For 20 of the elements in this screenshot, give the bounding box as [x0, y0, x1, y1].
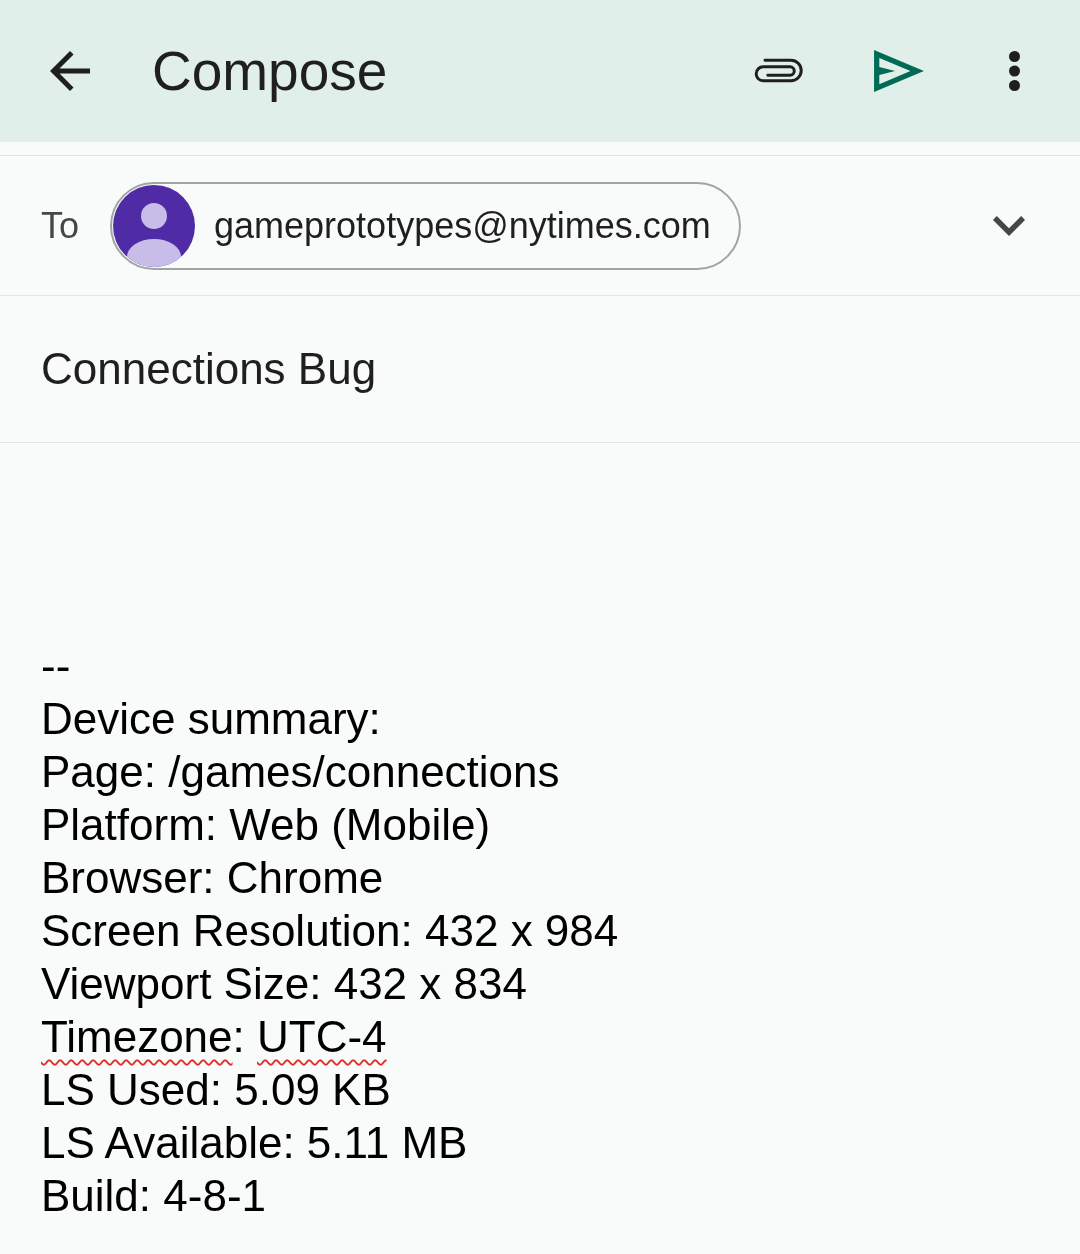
body-text-line: LS Used: 5.09 KB — [41, 1064, 391, 1116]
back-arrow-icon[interactable] — [50, 51, 90, 91]
body-text-line: Viewport Size: 432 x 834 — [41, 958, 527, 1010]
avatar-icon — [113, 184, 196, 267]
subject-field[interactable]: Connections Bug — [41, 343, 1039, 395]
more-options-icon[interactable] — [1009, 51, 1020, 91]
body-text-line: Platform: Web (Mobile) — [41, 799, 491, 851]
recipient-chip[interactable]: gameprototypes@nytimes.com — [110, 181, 741, 270]
chevron-down-icon[interactable] — [993, 215, 1025, 236]
body-text-line: Page: /games/connections — [41, 746, 560, 798]
body-text-line: Build: 4-8-1 — [41, 1170, 266, 1222]
send-icon[interactable] — [874, 50, 924, 92]
body-text-line: Screen Resolution: 432 x 984 — [41, 905, 619, 957]
body-text-line: Browser: Chrome — [41, 852, 384, 904]
to-label: To — [41, 207, 80, 244]
body-text-line: -- — [41, 640, 71, 692]
paperclip-icon[interactable] — [752, 57, 804, 85]
body-text-line: LS Available: 5.11 MB — [41, 1117, 468, 1169]
body-text-line: Timezone: UTC-4 — [41, 1011, 387, 1063]
body-text-line: Device summary: — [41, 693, 381, 745]
